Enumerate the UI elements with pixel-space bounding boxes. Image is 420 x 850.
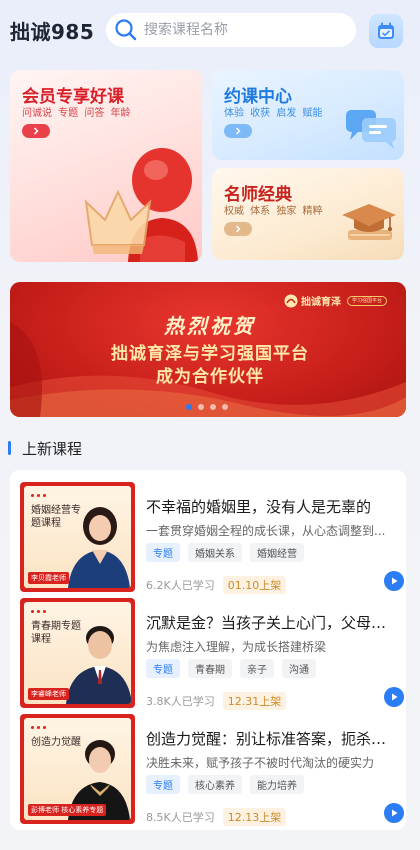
course-tags: 专题 青春期 亲子 沟通 xyxy=(146,659,316,678)
famous-teachers-card[interactable]: 名师经典 权威 体系 独家 精粹 xyxy=(212,168,404,260)
booking-center-card[interactable]: 约课中心 体验 收获 启发 赋能 xyxy=(212,70,404,160)
teacher-name: 彭博老师 核心素养专题 xyxy=(28,804,107,816)
chat-bubbles-icon xyxy=(346,110,396,149)
calendar-button[interactable] xyxy=(369,14,403,48)
graduation-cap-icon xyxy=(342,204,396,240)
course-tag: 婚姻经营 xyxy=(250,543,304,562)
section-accent-bar xyxy=(8,441,11,455)
play-button[interactable] xyxy=(384,571,404,591)
teacher-name: 李睿峰老师 xyxy=(28,688,69,700)
course-item[interactable]: 婚姻经营专题课程 李贝霞老师 不幸福的婚姻里，没有人是无辜的 一套贯穿婚姻全程的… xyxy=(20,482,404,594)
brand-logo-icon xyxy=(284,294,298,307)
course-item[interactable]: 创造力觉醒 彭博老师 核心素养专题 创造力觉醒：别让标准答案，扼杀孩子的... … xyxy=(20,714,404,826)
course-thumbnail[interactable]: 青春期专题课程 李睿峰老师 xyxy=(20,598,135,708)
course-tags: 专题 婚姻关系 婚姻经营 xyxy=(146,543,304,562)
course-thumbnail[interactable]: 创造力觉醒 彭博老师 核心素养专题 xyxy=(20,714,135,824)
booking-go-button[interactable] xyxy=(224,124,252,138)
promo-banner[interactable]: 拙诚育泽 学习强国平台 热烈祝贺 拙诚育泽与学习强国平台 成为合作伙伴 xyxy=(10,282,406,417)
learner-count: 3.8K人已学习 xyxy=(146,695,215,708)
play-icon xyxy=(392,809,398,817)
course-tag: 专题 xyxy=(146,775,180,794)
banner-logo-sub: 学习强国平台 xyxy=(347,295,388,306)
course-tag: 青春期 xyxy=(188,659,232,678)
publish-date: 12.13上架 xyxy=(222,808,287,826)
publish-date: 12.31上架 xyxy=(222,692,287,710)
play-icon xyxy=(392,693,398,701)
pagination-dot[interactable] xyxy=(222,404,228,410)
course-desc: 决胜未来，赋予孩子不被时代淘汰的硬实力 xyxy=(146,756,375,770)
teacher-portrait-image xyxy=(66,626,131,704)
course-title: 不幸福的婚姻里，没有人是无辜的 xyxy=(146,498,372,516)
famous-card-tags: 权威 体系 独家 精粹 xyxy=(224,206,323,217)
pagination-dot[interactable] xyxy=(198,404,204,410)
booking-card-tags: 体验 收获 启发 赋能 xyxy=(224,108,323,119)
course-tag: 婚姻关系 xyxy=(188,543,242,562)
banner-logo-text: 拙诚育泽 xyxy=(301,297,341,308)
learner-count: 8.5K人已学习 xyxy=(146,811,215,824)
course-tag: 能力培养 xyxy=(250,775,304,794)
member-crown-illustration-icon xyxy=(84,148,198,262)
chevron-right-icon xyxy=(235,225,241,233)
famous-go-button[interactable] xyxy=(224,222,252,236)
course-title: 沉默是金？当孩子关上心门，父母该如何... xyxy=(146,614,400,632)
calendar-check-icon xyxy=(378,22,394,39)
section-title: 上新课程 xyxy=(22,440,83,458)
member-courses-card[interactable]: 会员专享好课 问诚说 专题 问答 年龄 xyxy=(10,70,202,262)
learner-count: 6.2K人已学习 xyxy=(146,579,215,592)
course-tag: 核心素养 xyxy=(188,775,242,794)
play-button[interactable] xyxy=(384,687,404,707)
app-header: 拙诚985 xyxy=(0,0,420,64)
course-tag: 亲子 xyxy=(240,659,274,678)
play-icon xyxy=(392,577,398,585)
teacher-name: 李贝霞老师 xyxy=(28,572,69,584)
banner-subline-1: 拙诚育泽与学习强国平台 xyxy=(111,344,309,364)
banner-headline: 热烈祝贺 xyxy=(164,314,256,338)
course-meta: 3.8K人已学习 12.31上架 xyxy=(146,692,287,710)
banner-pagination xyxy=(186,404,228,410)
course-desc: 为焦虑注入理解，为成长搭建桥梁 xyxy=(146,640,327,654)
course-tag: 专题 xyxy=(146,659,180,678)
course-tag: 沟通 xyxy=(282,659,316,678)
publish-date: 01.10上架 xyxy=(222,576,287,594)
course-meta: 8.5K人已学习 12.13上架 xyxy=(146,808,287,826)
course-meta: 6.2K人已学习 01.10上架 xyxy=(146,576,287,594)
course-desc: 一套贯穿婚姻全程的成长课，从心态调整到... xyxy=(146,524,386,538)
chevron-right-icon xyxy=(235,127,241,135)
search-bar[interactable] xyxy=(106,13,356,47)
banner-logo: 拙诚育泽 学习强国平台 xyxy=(284,293,388,308)
course-list: 婚姻经营专题课程 李贝霞老师 不幸福的婚姻里，没有人是无辜的 一套贯穿婚姻全程的… xyxy=(10,470,406,830)
pagination-dot[interactable] xyxy=(186,404,192,410)
teacher-portrait-image xyxy=(68,507,130,588)
course-tag: 专题 xyxy=(146,543,180,562)
search-input[interactable] xyxy=(144,22,344,38)
course-title: 创造力觉醒：别让标准答案，扼杀孩子的... xyxy=(146,730,400,748)
course-tags: 专题 核心素养 能力培养 xyxy=(146,775,304,794)
search-icon xyxy=(115,19,137,41)
course-item[interactable]: 青春期专题课程 李睿峰老师 沉默是金？当孩子关上心门，父母该如何... 为焦虑注… xyxy=(20,598,404,710)
play-button[interactable] xyxy=(384,803,404,823)
course-thumbnail[interactable]: 婚姻经营专题课程 李贝霞老师 xyxy=(20,482,135,592)
pagination-dot[interactable] xyxy=(210,404,216,410)
brand-title: 拙诚985 xyxy=(10,20,95,44)
banner-subline-2: 成为合作伙伴 xyxy=(156,367,264,387)
